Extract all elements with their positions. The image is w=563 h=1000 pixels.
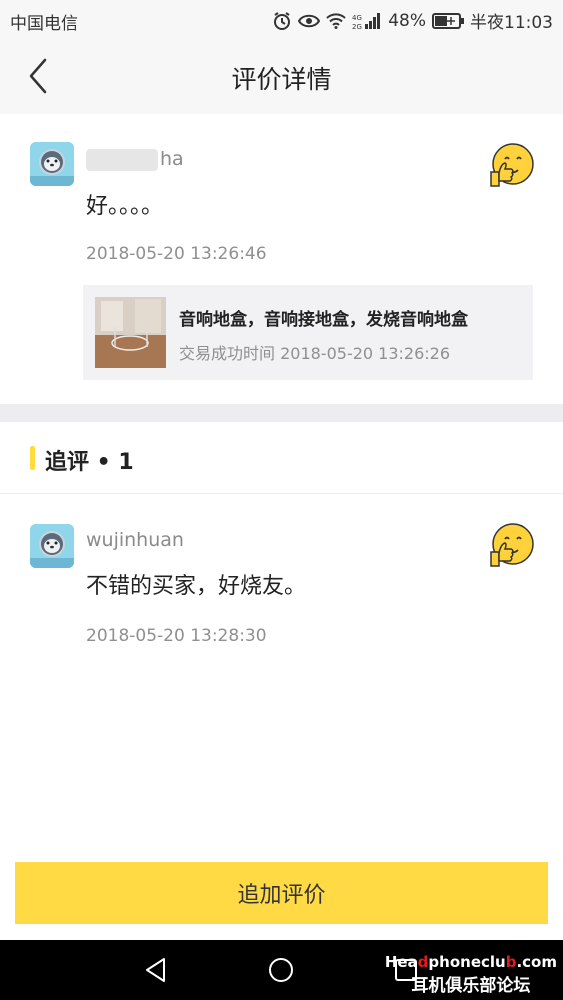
watermark-subtitle: 耳机俱乐部论坛 (411, 976, 531, 996)
page-title: 评价详情 (231, 65, 332, 94)
home-circle-icon[interactable] (265, 954, 297, 986)
follow-up-content: 不错的买家，好烧友。 (86, 574, 307, 599)
review-content: 好。。。。 (86, 194, 164, 219)
follow-up-reviewer-name: wujinhuan (86, 529, 184, 551)
watermark: Headphoneclub.com 耳机俱乐部论坛 (385, 953, 557, 996)
watermark-logo-text: Headphoneclub.com (384, 953, 557, 971)
clock: 半夜11:03 (470, 13, 553, 33)
thumbs-up-smile-icon[interactable] (487, 142, 535, 190)
signal-icon: 4G 2G (352, 12, 382, 30)
eye-icon (298, 13, 321, 29)
alarm-icon (272, 11, 292, 31)
svg-text:4G: 4G (352, 14, 362, 22)
thumbs-up-smile-icon[interactable] (487, 522, 535, 570)
product-card[interactable]: 音响地盒，音响接地盒，发烧音响地盒 交易成功时间 2018-05-20 13:2… (83, 285, 533, 380)
name-blur-mask (86, 148, 158, 171)
product-trade-time: 交易成功时间 2018-05-20 13:26:26 (179, 344, 451, 363)
product-name: 音响地盒，音响接地盒，发烧音响地盒 (179, 310, 468, 330)
svg-text:2G: 2G (352, 23, 362, 30)
seal-avatar-icon (30, 524, 74, 568)
header-accent-bar (30, 446, 35, 470)
back-triangle-icon[interactable] (140, 954, 172, 986)
follow-up-header: 追评 • 1 (0, 422, 563, 494)
product-thumbnail (95, 297, 166, 368)
review-time: 2018-05-20 13:26:46 (86, 244, 267, 264)
wifi-icon (326, 12, 346, 29)
follow-up-time: 2018-05-20 13:28:30 (86, 626, 267, 646)
seal-avatar-icon (30, 142, 74, 186)
battery-icon (432, 12, 464, 29)
reviewer-name-text: ha (160, 148, 184, 170)
status-right: 4G 2G 48% 半夜11:03 (272, 8, 553, 33)
follow-up-label: 追评 • 1 (45, 450, 134, 475)
reviewer-name: ha (86, 148, 184, 171)
section-divider (0, 404, 563, 422)
nav-bar: 评价详情 (0, 38, 563, 114)
status-bar: 中国电信 4G 2G 48% 半夜11:03 (0, 0, 563, 38)
system-nav-bar: Headphoneclub.com 耳机俱乐部论坛 (0, 940, 563, 1000)
battery-percent: 48% (388, 10, 426, 31)
avatar[interactable] (30, 524, 74, 568)
carrier-label: 中国电信 (10, 14, 78, 34)
add-review-button[interactable]: 追加评价 (15, 862, 548, 924)
avatar[interactable] (30, 142, 74, 186)
